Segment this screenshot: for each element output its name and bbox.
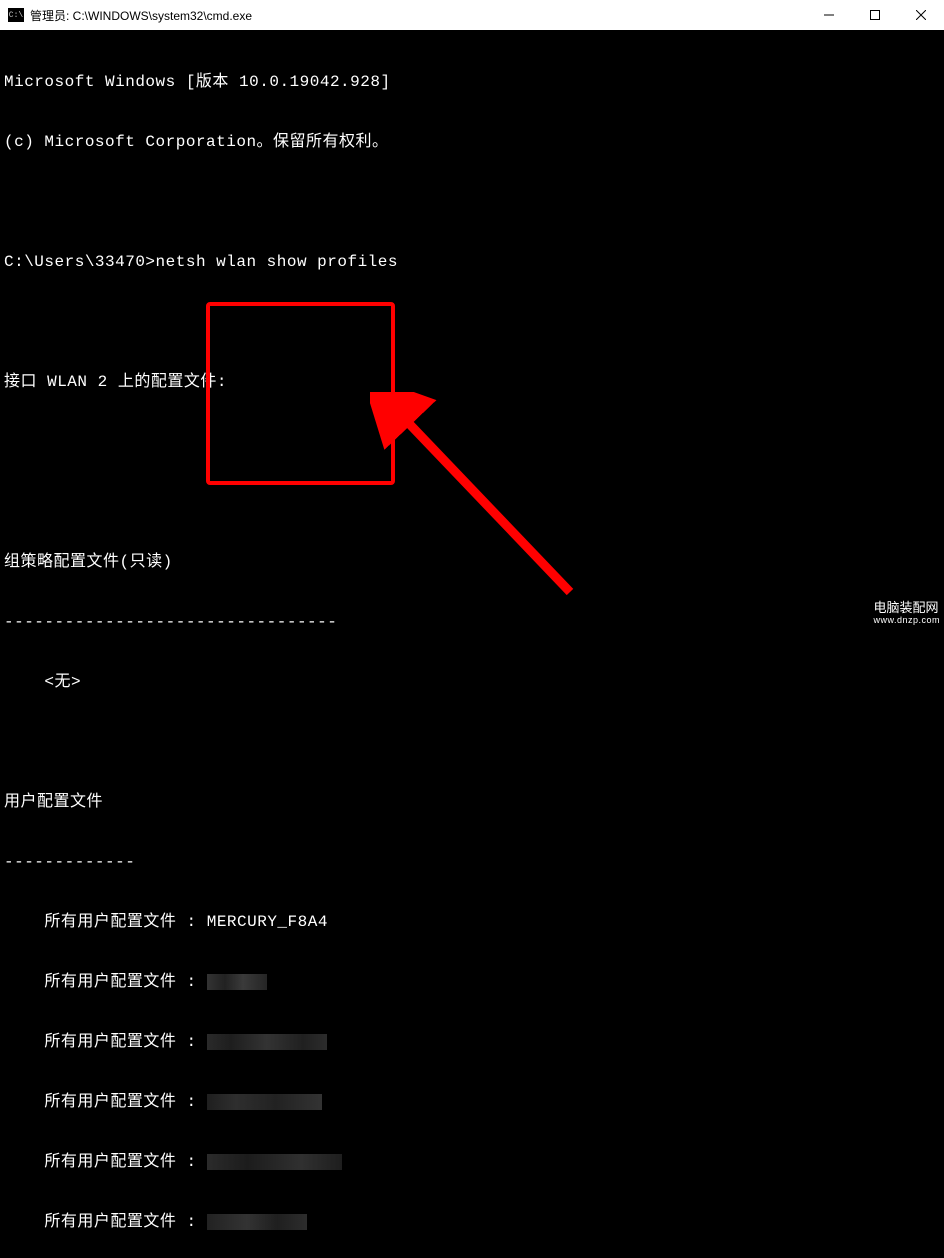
group-policy-header: 组策略配置文件(只读)	[4, 552, 940, 572]
command-text: netsh wlan show profiles	[156, 253, 398, 271]
watermark-url: www.dnzp.com	[873, 615, 940, 626]
profile-entry: 所有用户配置文件 :	[4, 972, 940, 992]
profile-label: 所有用户配置文件 :	[4, 1153, 207, 1171]
profile-label: 所有用户配置文件 :	[4, 913, 207, 931]
watermark: 电脑装配网 www.dnzp.com	[873, 600, 940, 626]
profile-label: 所有用户配置文件 :	[4, 1213, 207, 1231]
profile-value: MERCURY_F8A4	[207, 913, 328, 931]
profile-label: 所有用户配置文件 :	[4, 973, 207, 991]
blank-line	[4, 312, 940, 332]
redacted-value	[207, 1034, 327, 1050]
profile-entry: 所有用户配置文件 :	[4, 1032, 940, 1052]
redacted-value	[207, 974, 267, 990]
close-button[interactable]	[898, 0, 944, 30]
separator-line: -------------	[4, 852, 940, 872]
blank-line	[4, 192, 940, 212]
profile-label: 所有用户配置文件 :	[4, 1093, 207, 1111]
none-value: <无>	[4, 672, 940, 692]
copyright-line: (c) Microsoft Corporation。保留所有权利。	[4, 132, 940, 152]
user-profiles-header: 用户配置文件	[4, 792, 940, 812]
separator-line: ---------------------------------	[4, 612, 940, 632]
profile-entry: 所有用户配置文件 :	[4, 1212, 940, 1232]
profile-entry: 所有用户配置文件 :	[4, 1092, 940, 1112]
blank-line	[4, 732, 940, 752]
interface-header: 接口 WLAN 2 上的配置文件:	[4, 372, 940, 392]
blank-line	[4, 432, 940, 452]
minimize-button[interactable]	[806, 0, 852, 30]
window-title: 管理员: C:\WINDOWS\system32\cmd.exe	[30, 7, 806, 24]
title-bar: C:\ 管理员: C:\WINDOWS\system32\cmd.exe	[0, 0, 944, 30]
profile-label: 所有用户配置文件 :	[4, 1033, 207, 1051]
profile-entry: 所有用户配置文件 :	[4, 1152, 940, 1172]
blank-line	[4, 492, 940, 512]
maximize-button[interactable]	[852, 0, 898, 30]
os-version-line: Microsoft Windows [版本 10.0.19042.928]	[4, 72, 940, 92]
command-line: C:\Users\33470>netsh wlan show profiles	[4, 252, 940, 272]
watermark-title: 电脑装配网	[873, 600, 940, 616]
window-controls	[806, 0, 944, 30]
profile-entry: 所有用户配置文件 : MERCURY_F8A4	[4, 912, 940, 932]
redacted-value	[207, 1154, 342, 1170]
terminal-output[interactable]: Microsoft Windows [版本 10.0.19042.928] (c…	[0, 30, 944, 1258]
cmd-icon: C:\	[8, 8, 24, 22]
redacted-value	[207, 1094, 322, 1110]
prompt: C:\Users\33470>	[4, 253, 156, 271]
redacted-value	[207, 1214, 307, 1230]
